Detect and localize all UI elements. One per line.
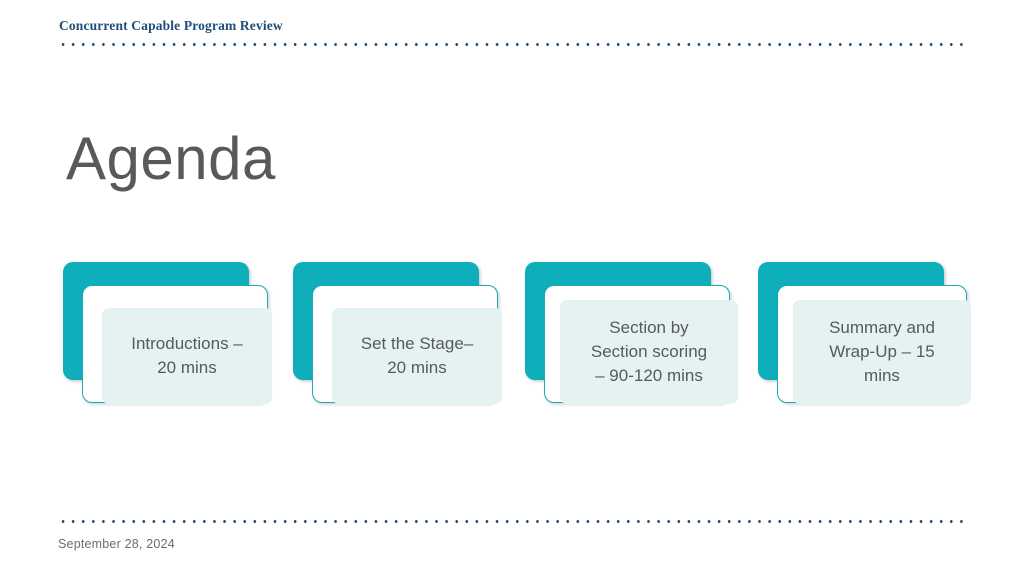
agenda-card-summary-wrap-up[interactable]: Summary and Wrap-Up – 15 mins [756,262,971,408]
agenda-card-set-the-stage[interactable]: Set the Stage– 20 mins [293,262,505,408]
card-front-shape: Set the Stage– 20 mins [312,285,502,404]
card-label-panel: Set the Stage– 20 mins [332,308,502,404]
card-label-text: Section by Section scoring – 90-120 mins [590,318,708,385]
footer-date: September 28, 2024 [58,537,175,551]
agenda-card-introductions[interactable]: Introductions – 20 mins [63,262,275,408]
agenda-card-section-scoring[interactable]: Section by Section scoring – 90-120 mins [525,262,738,408]
card-label-text: Summary and Wrap-Up – 15 mins [829,318,935,385]
slide-canvas: Concurrent Capable Program Review Agenda… [0,0,1024,576]
card-label-panel: Section by Section scoring – 90-120 mins [560,300,738,404]
footer-dotted-divider [58,520,966,523]
card-label-text: Set the Stage– 20 mins [360,334,474,377]
card-front-shape: Introductions – 20 mins [82,285,272,404]
card-label-panel: Summary and Wrap-Up – 15 mins [793,300,971,404]
card-front-shape: Summary and Wrap-Up – 15 mins [777,285,971,404]
card-label-panel: Introductions – 20 mins [102,308,272,404]
card-label-text: Introductions – 20 mins [131,334,243,377]
agenda-card-row: Introductions – 20 mins Set the Stage– 2… [0,0,1024,576]
card-front-shape: Section by Section scoring – 90-120 mins [544,285,738,404]
